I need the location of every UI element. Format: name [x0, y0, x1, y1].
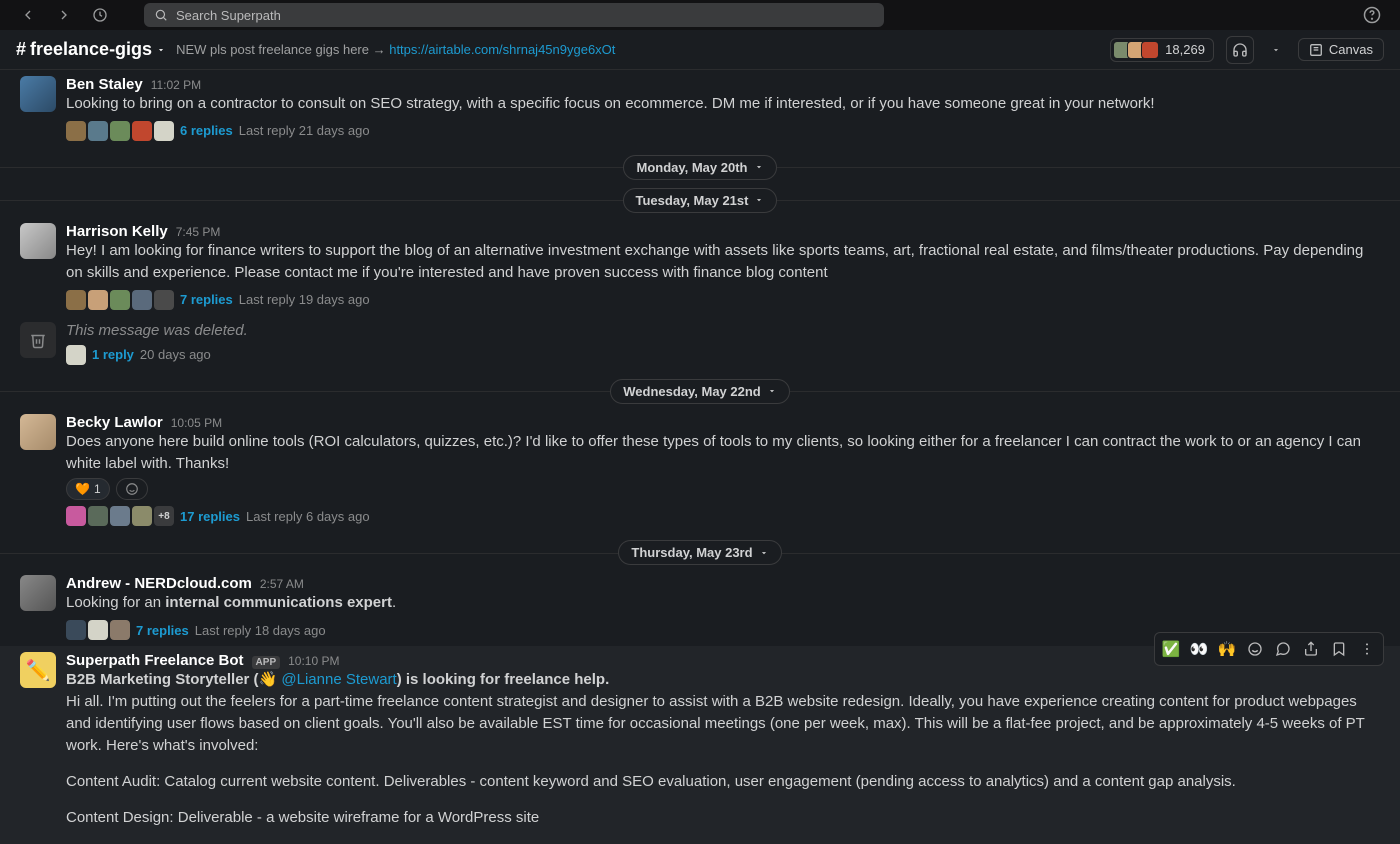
message-action-bar: ✅ 👀 🙌 [1154, 632, 1384, 666]
add-reaction-button[interactable] [116, 478, 148, 500]
message-timestamp[interactable]: 11:02 PM [151, 78, 201, 92]
date-divider: Thursday, May 23rd [0, 540, 1400, 565]
message-author[interactable]: Harrison Kelly [66, 223, 168, 240]
channel-name-text: freelance-gigs [30, 39, 152, 60]
chevron-down-icon [759, 548, 769, 558]
date-divider: Monday, May 20th [0, 155, 1400, 180]
share-button[interactable] [1297, 635, 1325, 663]
react-raise-button[interactable]: 🙌 [1213, 635, 1241, 663]
hash-icon: # [16, 39, 26, 60]
chevron-down-icon [754, 162, 764, 172]
message-list: Ben Staley 11:02 PM Looking to bring on … [0, 70, 1400, 844]
message-text: Does anyone here build online tools (ROI… [66, 431, 1380, 475]
message-author[interactable]: Superpath Freelance Bot [66, 652, 244, 669]
search-icon [154, 8, 168, 22]
member-avatar-stack [1113, 41, 1159, 59]
member-count-button[interactable]: 18,269 [1110, 38, 1214, 62]
message-author[interactable]: Becky Lawlor [66, 414, 163, 431]
topbar: Search Superpath [0, 0, 1400, 30]
reaction[interactable]: 🧡 1 [66, 478, 110, 500]
canvas-button[interactable]: Canvas [1298, 38, 1384, 61]
canvas-icon [1309, 43, 1323, 57]
avatar[interactable] [20, 414, 56, 450]
huddle-button[interactable] [1226, 36, 1254, 64]
reply-thread-button[interactable] [1269, 635, 1297, 663]
react-eyes-button[interactable]: 👀 [1185, 635, 1213, 663]
history-button[interactable] [88, 3, 112, 27]
message-text: Looking for an internal communications e… [66, 592, 1380, 614]
channel-name-button[interactable]: # freelance-gigs [16, 39, 166, 60]
thread-more-badge: +8 [154, 506, 174, 526]
chevron-down-icon [156, 45, 166, 55]
message: Becky Lawlor 10:05 PM Does anyone here b… [0, 408, 1400, 533]
message: Harrison Kelly 7:45 PM Hey! I am looking… [0, 217, 1400, 316]
react-check-button[interactable]: ✅ [1157, 635, 1185, 663]
avatar[interactable]: ✏️ [20, 652, 56, 688]
message-timestamp[interactable]: 2:57 AM [260, 577, 304, 591]
avatar[interactable] [20, 76, 56, 112]
message: Ben Staley 11:02 PM Looking to bring on … [0, 70, 1400, 147]
message-text: Looking to bring on a contractor to cons… [66, 93, 1380, 115]
message-timestamp[interactable]: 7:45 PM [176, 225, 221, 239]
thread-link[interactable]: 7 replies Last reply 19 days ago [66, 290, 1380, 310]
date-pill[interactable]: Tuesday, May 21st [623, 188, 778, 213]
nav-back-button[interactable] [16, 3, 40, 27]
search-placeholder: Search Superpath [176, 8, 281, 23]
avatar[interactable] [20, 223, 56, 259]
message-text: Hey! I am looking for finance writers to… [66, 240, 1380, 284]
bookmark-button[interactable] [1325, 635, 1353, 663]
channel-topic-link[interactable]: https://airtable.com/shrnaj45n9yge6xOt [389, 42, 615, 57]
message-author[interactable]: Ben Staley [66, 76, 143, 93]
message-author[interactable]: Andrew - NERDcloud.com [66, 575, 252, 592]
trash-icon [20, 322, 56, 358]
date-pill[interactable]: Wednesday, May 22nd [610, 379, 790, 404]
date-pill[interactable]: Thursday, May 23rd [618, 540, 781, 565]
search-input[interactable]: Search Superpath [144, 3, 884, 27]
deleted-message-text: This message was deleted. [66, 322, 1380, 339]
channel-topic[interactable]: NEW pls post freelance gigs here → https… [176, 42, 615, 57]
app-badge: APP [252, 656, 281, 669]
thread-link[interactable]: 6 replies Last reply 21 days ago [66, 121, 1380, 141]
huddle-dropdown[interactable] [1266, 36, 1286, 64]
chevron-down-icon [767, 386, 777, 396]
message-timestamp[interactable]: 10:10 PM [288, 654, 339, 668]
message-text: B2B Marketing Storyteller (👋 @Lianne Ste… [66, 669, 1380, 844]
date-divider: Wednesday, May 22nd [0, 379, 1400, 404]
message-deleted: This message was deleted. 1 reply 20 day… [0, 316, 1400, 371]
date-divider: Tuesday, May 21st [0, 188, 1400, 213]
more-actions-button[interactable] [1353, 635, 1381, 663]
channel-header: # freelance-gigs NEW pls post freelance … [0, 30, 1400, 70]
date-pill[interactable]: Monday, May 20th [623, 155, 776, 180]
help-button[interactable] [1360, 3, 1384, 27]
thread-link[interactable]: 1 reply 20 days ago [66, 345, 1380, 365]
member-count-text: 18,269 [1165, 42, 1205, 57]
thread-link[interactable]: +8 17 replies Last reply 6 days ago [66, 506, 1380, 526]
add-reaction-button[interactable] [1241, 635, 1269, 663]
user-mention[interactable]: @Lianne Stewart [281, 671, 396, 688]
chevron-down-icon [754, 195, 764, 205]
message: ✅ 👀 🙌 ✏️ Superpath Freelance Bot APP 10:… [0, 646, 1400, 844]
message-timestamp[interactable]: 10:05 PM [171, 416, 222, 430]
avatar[interactable] [20, 575, 56, 611]
nav-forward-button[interactable] [52, 3, 76, 27]
